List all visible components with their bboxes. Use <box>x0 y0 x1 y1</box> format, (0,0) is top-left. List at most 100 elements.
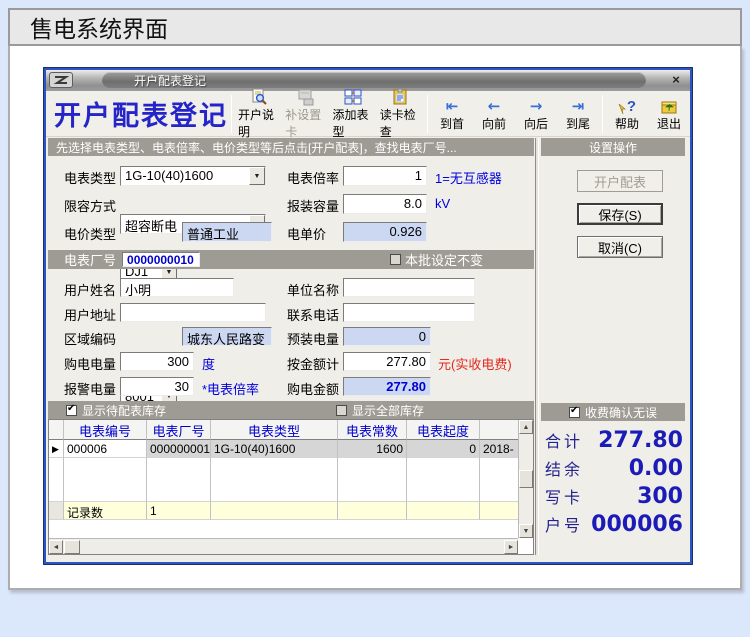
capacity-unit: kV <box>435 196 450 211</box>
confirm-bar: 收费确认无误 <box>541 403 685 421</box>
meter-no-label: 电表厂号 <box>64 250 116 269</box>
grid-indicator-header <box>49 420 64 440</box>
grid-col-header[interactable]: 电表编号 <box>64 420 147 440</box>
alarm-kwh-label: 报警电量 <box>64 379 116 398</box>
cell-meter-type[interactable]: 1G-10(40)1600 <box>211 440 338 458</box>
show-all-checkbox[interactable] <box>336 405 347 416</box>
balance-label: 结余 <box>545 456 583 480</box>
scroll-right-icon[interactable]: ► <box>504 540 518 554</box>
user-name-label: 用户姓名 <box>64 280 116 299</box>
summary-row-balance: 结余 0.00 <box>545 455 683 481</box>
limit-mode-label: 限容方式 <box>64 196 116 215</box>
page-title: 售电系统界面 <box>30 10 168 44</box>
scroll-up-icon[interactable]: ▲ <box>519 420 533 434</box>
row-marker-icon: ▶ <box>49 440 64 458</box>
meter-type-value: 1G-10(40)1600 <box>125 168 213 183</box>
grid-col-header[interactable]: 电表常数 <box>338 420 407 440</box>
capacity-input[interactable]: 8.0 <box>343 194 427 214</box>
alarm-kwh-note: *电表倍率 <box>202 379 259 398</box>
by-amount-input[interactable]: 277.80 <box>343 352 431 371</box>
grid-options-bar: 显示待配表库存 显示全部库存 <box>48 401 534 419</box>
record-count-label: 记录数 <box>64 502 147 520</box>
summary-row-write-card: 写卡 300 <box>545 483 683 509</box>
record-count-value: 1 <box>147 502 211 520</box>
meter-type-select[interactable]: 1G-10(40)1600 ▼ <box>120 166 266 186</box>
phone-input[interactable] <box>343 303 475 322</box>
save-button[interactable]: 保存(S) <box>577 203 663 225</box>
grid-col-header <box>480 420 518 440</box>
dialog-title-capsule: 开户配表登记 <box>102 72 646 88</box>
content-card: 开户配表登记 × 开户配表登记 开户说明 补设置卡 <box>8 46 742 590</box>
settings-banner: 设置操作 <box>541 138 685 156</box>
grid-col-header[interactable]: 电表类型 <box>211 420 338 440</box>
unit-price-label: 电单价 <box>287 224 326 243</box>
panel-divider <box>535 138 539 555</box>
write-card-value: 300 <box>637 484 683 509</box>
instruction-text: 先选择电表类型、电表倍率、电价类型等后点击[开户配表]，查找电表厂号... <box>56 139 457 156</box>
open-config-button: 开户配表 <box>577 170 663 192</box>
ratio-input[interactable]: 1 <box>343 166 427 186</box>
grid-footer-row: 记录数 1 <box>49 502 518 520</box>
grid-col-header[interactable]: 电表厂号 <box>147 420 211 440</box>
instruction-banner: 先选择电表类型、电表倍率、电价类型等后点击[开户配表]，查找电表厂号... <box>48 138 534 156</box>
org-name-input[interactable] <box>343 278 475 297</box>
close-icon[interactable]: × <box>667 71 685 89</box>
dialog-window: 开户配表登记 × 开户配表登记 开户说明 补设置卡 <box>44 68 692 564</box>
balance-value: 0.00 <box>629 456 683 481</box>
price-type-name-field: 普通工业 <box>182 222 272 242</box>
grid-horizontal-scrollbar[interactable]: ◄ ► <box>49 538 518 554</box>
purchase-amount-field: 277.80 <box>343 377 431 396</box>
window-logo-icon <box>49 72 73 88</box>
alarm-kwh-input[interactable]: 30 <box>120 377 194 396</box>
settings-banner-text: 设置操作 <box>589 139 637 156</box>
page-header: 售电系统界面 <box>8 8 742 46</box>
ratio-note: 1=无互感器 <box>435 168 502 187</box>
cell-date[interactable]: 2018- <box>480 440 518 458</box>
show-pending-checkbox[interactable] <box>66 405 77 416</box>
scroll-down-icon[interactable]: ▼ <box>519 524 533 538</box>
dialog-titlebar[interactable]: 开户配表登记 × <box>46 70 690 91</box>
capacity-label: 报装容量 <box>287 196 339 215</box>
by-amount-note: 元(实收电费) <box>438 354 512 373</box>
purchase-kwh-unit: 度 <box>202 354 215 373</box>
show-all-label: 显示全部库存 <box>352 402 424 419</box>
price-type-label: 电价类型 <box>64 224 116 243</box>
dialog-title: 开户配表登记 <box>134 72 206 89</box>
meter-stock-grid: 电表编号 电表厂号 电表类型 电表常数 电表起度 ▶ 000006 000000… <box>48 419 534 555</box>
cell-meter-id[interactable]: 000006 <box>64 440 147 458</box>
vertical-scroll-thumb[interactable] <box>519 470 533 488</box>
ratio-label: 电表倍率 <box>287 168 339 187</box>
user-name-input[interactable]: 小明 <box>120 278 234 297</box>
grid-empty-area <box>49 458 518 502</box>
by-amount-label: 按金额计 <box>287 354 339 373</box>
user-addr-input[interactable] <box>120 303 266 322</box>
account-label: 户号 <box>545 512 583 536</box>
purchase-kwh-input[interactable]: 300 <box>120 352 194 371</box>
total-label: 合计 <box>545 428 583 452</box>
account-value: 000006 <box>591 512 683 537</box>
purchase-kwh-label: 购电电量 <box>64 354 116 373</box>
cancel-button[interactable]: 取消(C) <box>577 236 663 258</box>
area-code-label: 区域编码 <box>64 329 116 348</box>
scroll-left-icon[interactable]: ◄ <box>49 540 63 554</box>
horizontal-scroll-thumb[interactable] <box>64 540 80 554</box>
batch-checkbox[interactable] <box>390 254 401 265</box>
unit-price-field: 0.926 <box>343 222 427 242</box>
summary-row-account: 户号 000006 <box>545 511 683 537</box>
confirm-label: 收费确认无误 <box>585 404 657 421</box>
user-addr-label: 用户地址 <box>64 305 116 324</box>
grid-col-header[interactable]: 电表起度 <box>407 420 480 440</box>
dialog-main: 先选择电表类型、电表倍率、电价类型等后点击[开户配表]，查找电表厂号... 设置… <box>46 91 690 564</box>
table-row[interactable]: ▶ 000006 0000000010 1G-10(40)1600 1600 0… <box>49 440 518 458</box>
grid-vertical-scrollbar[interactable]: ▲ ▼ <box>518 420 533 538</box>
meter-no-input[interactable]: 0000000010 <box>122 252 200 267</box>
summary-row-total: 合计 277.80 <box>545 427 683 453</box>
cell-meter-no[interactable]: 0000000010 <box>147 440 211 458</box>
batch-checkbox-label: 本批设定不变 <box>405 250 483 269</box>
preload-field: 0 <box>343 327 431 346</box>
confirm-checkbox[interactable] <box>569 407 580 418</box>
total-value: 277.80 <box>598 428 683 453</box>
cell-meter-start[interactable]: 0 <box>407 440 480 458</box>
cell-meter-const[interactable]: 1600 <box>338 440 407 458</box>
chevron-down-icon[interactable]: ▼ <box>249 167 265 185</box>
